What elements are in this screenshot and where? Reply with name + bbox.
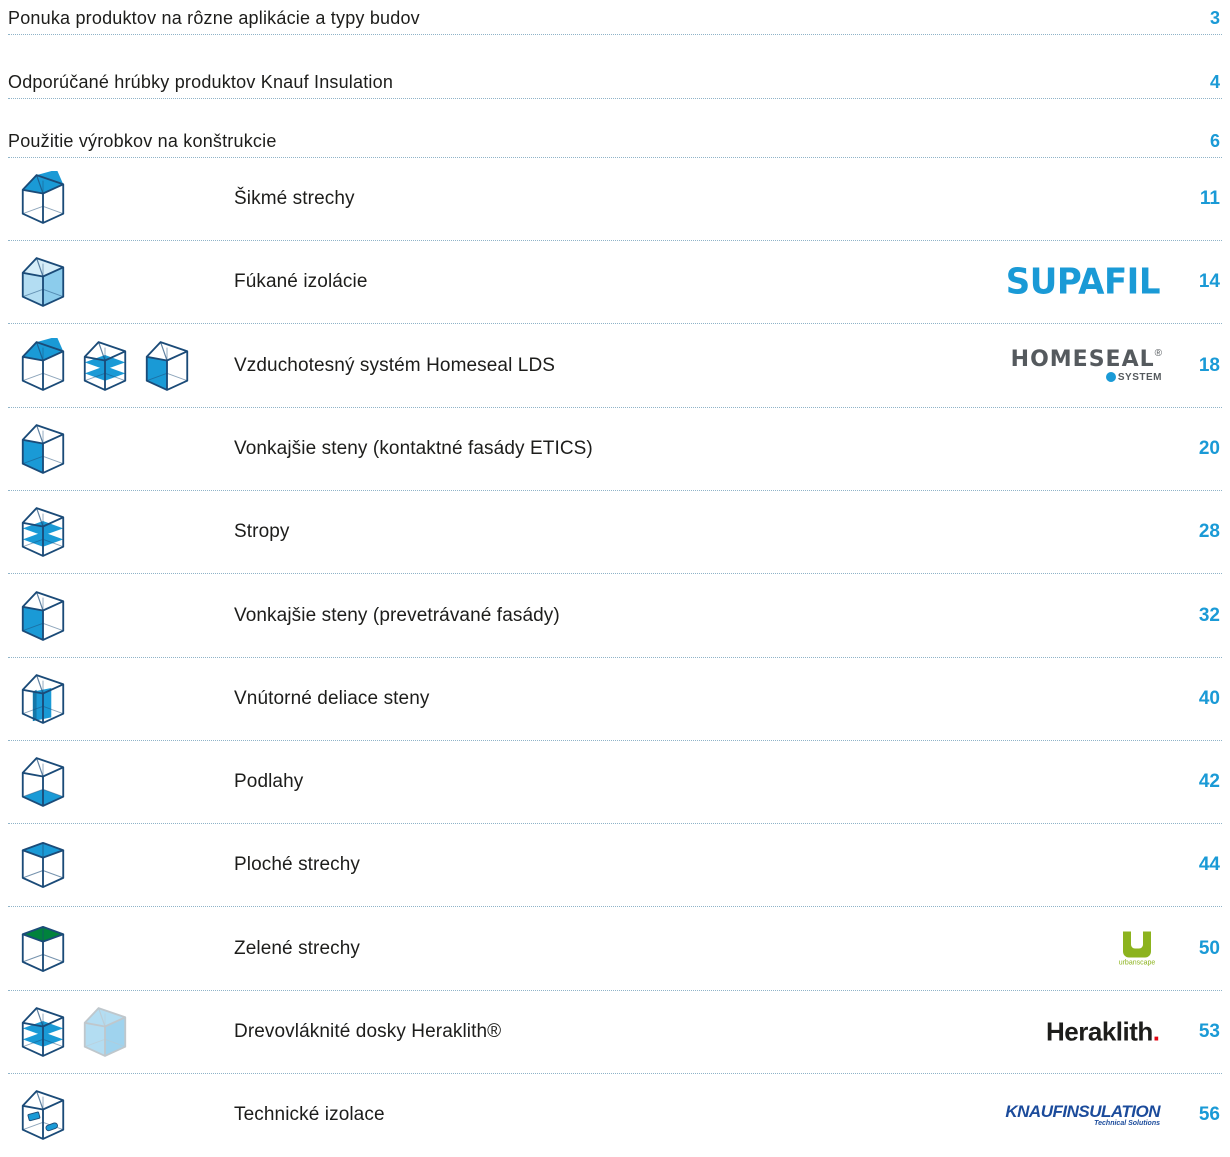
house-wall-icon <box>21 424 65 474</box>
knauf-logo-text: KNAUFINSULATION <box>1005 1102 1160 1122</box>
house-floors-icon <box>83 340 127 391</box>
toc-section-entry[interactable]: Stropy 28 <box>8 491 1222 575</box>
section-icons <box>20 754 66 810</box>
supafil-logo: SUPAFIL <box>1005 261 1161 304</box>
toc-section-page[interactable]: 50 <box>1199 938 1220 960</box>
toc-section-page[interactable]: 20 <box>1199 438 1220 460</box>
toc-section-title: Technické izolace <box>234 1104 385 1126</box>
toc-entry-title: Ponuka produktov na rôzne aplikácie a ty… <box>8 8 420 28</box>
section-icons <box>20 337 190 394</box>
toc-section-page[interactable]: 42 <box>1199 771 1220 793</box>
homeseal-house-icon <box>1105 371 1116 382</box>
toc-entry-title: Použitie výrobkov na konštrukcie <box>8 131 277 151</box>
toc-section-title: Vzduchotesný systém Homeseal LDS <box>234 354 556 376</box>
toc-section-entry[interactable]: Technické izolace KNAUFINSULATION Technic… <box>8 1074 1222 1156</box>
heraklith-logo-dot: . <box>1152 1016 1160 1047</box>
toc-section-entry[interactable]: Vnútorné deliace steny 40 <box>8 658 1222 741</box>
toc-section-entry[interactable]: Šikmé strechy 11 <box>8 158 1222 241</box>
box-green-roof-icon <box>21 925 65 972</box>
house-floors-icon <box>21 507 65 558</box>
house-technical-icon <box>21 1090 65 1141</box>
toc-section-page[interactable]: 40 <box>1199 688 1220 710</box>
heraklith-logo-text: Heraklith <box>1046 1016 1153 1047</box>
toc-section-page[interactable]: 53 <box>1199 1021 1220 1043</box>
toc-section-page[interactable]: 44 <box>1199 854 1220 876</box>
toc-section-title: Fúkané izolácie <box>234 271 368 293</box>
house-pitched-roof-icon <box>21 337 65 391</box>
homeseal-tm: ® <box>1154 347 1162 359</box>
toc-section-entry[interactable]: Vonkajšie steny (prevetrávané fasády) 32 <box>8 575 1222 658</box>
toc-section-page[interactable]: 32 <box>1199 605 1220 627</box>
toc-section-page[interactable]: 56 <box>1199 1104 1220 1126</box>
section-icons <box>20 254 66 310</box>
house-floors-icon <box>21 1007 65 1057</box>
toc-entry[interactable]: Použitie výrobkov na konštrukcie 6 <box>8 123 1222 158</box>
toc-section-title: Vonkajšie steny (prevetrávané fasády) <box>234 604 560 626</box>
urbanscape-u-icon <box>1123 931 1151 958</box>
homeseal-logo-text: HOMESEAL <box>1010 346 1155 372</box>
toc-section-title: Ploché strechy <box>234 854 361 876</box>
toc-section-page[interactable]: 11 <box>1200 188 1220 210</box>
section-icons <box>20 1087 66 1143</box>
section-icons <box>20 421 66 477</box>
toc-section-title: Šikmé strechy <box>234 188 355 209</box>
toc-entry-page[interactable]: 6 <box>1210 131 1220 152</box>
supafil-logo-text: SUPAFIL <box>1005 261 1161 304</box>
urbanscape-logo: urbanscape <box>1112 931 1162 966</box>
toc-section-entry[interactable]: Vzduchotesný systém Homeseal LDS HOMESEA… <box>8 325 1222 408</box>
section-icons <box>20 837 66 893</box>
section-icons <box>20 171 66 227</box>
toc-entry-page[interactable]: 3 <box>1210 8 1220 29</box>
toc-section-title: Zelené strechy <box>234 937 361 959</box>
toc-section-title: Drevovláknité dosky Heraklith® <box>234 1021 502 1042</box>
homeseal-logo-sub: SYSTEM <box>1117 371 1162 383</box>
house-partition-icon <box>21 673 65 724</box>
knauf-logo-sub: Technical Solutions <box>1094 1120 1160 1128</box>
homeseal-logo: HOMESEAL® SYSTEM <box>1010 346 1162 383</box>
toc-section-page[interactable]: 14 <box>1199 271 1220 293</box>
house-blown-insulation-icon <box>21 257 65 308</box>
house-ground-floor-icon <box>21 757 65 807</box>
toc-section-entry[interactable]: Podlahy 42 <box>8 741 1222 825</box>
section-icons <box>20 1004 128 1060</box>
toc-entry[interactable]: Odporúčané hrúbky produktov Knauf Insula… <box>8 64 1222 99</box>
section-icons <box>20 671 66 727</box>
toc-section-page[interactable]: 18 <box>1199 355 1220 377</box>
section-icons <box>20 921 66 977</box>
house-pitched-roof-icon <box>21 171 65 224</box>
toc-section-entry[interactable]: Fúkané izolácie SUPAFIL 14 <box>8 241 1222 325</box>
toc-section-title: Vnútorné deliace steny <box>234 687 430 709</box>
section-icons <box>20 588 66 644</box>
toc-entry[interactable]: Ponuka produktov na rôzne aplikácie a ty… <box>8 0 1222 35</box>
toc-entry-page[interactable]: 4 <box>1210 72 1220 93</box>
toc-section-title: Podlahy <box>234 771 304 793</box>
toc-section-entry[interactable]: Drevovláknité dosky Heraklith® Heraklith.… <box>8 991 1222 1074</box>
toc-entry-title: Odporúčané hrúbky produktov Knauf Insula… <box>8 72 394 92</box>
box-flat-roof-icon <box>21 842 65 889</box>
knauf-insulation-logo: KNAUFINSULATION Technical Solutions <box>1005 1103 1160 1127</box>
house-wall-icon <box>21 590 65 641</box>
toc-section-entry[interactable]: Vonkajšie steny (kontaktné fasády ETICS)… <box>8 408 1222 491</box>
urbanscape-logo-text: urbanscape <box>1118 959 1156 967</box>
toc-section-entry[interactable]: Ploché strechy 44 <box>8 824 1222 908</box>
house-wall-icon <box>145 340 189 391</box>
toc-section-title: Stropy <box>234 521 290 543</box>
toc-section-title: Vonkajšie steny (kontaktné fasády ETICS) <box>234 437 593 459</box>
section-icons <box>20 504 66 560</box>
house-light-icon <box>83 1007 127 1057</box>
toc-section-entry[interactable]: Zelené strechy urbanscape 50 <box>8 908 1222 991</box>
heraklith-logo: Heraklith. <box>1046 1017 1160 1048</box>
toc-section-page[interactable]: 28 <box>1199 521 1220 543</box>
